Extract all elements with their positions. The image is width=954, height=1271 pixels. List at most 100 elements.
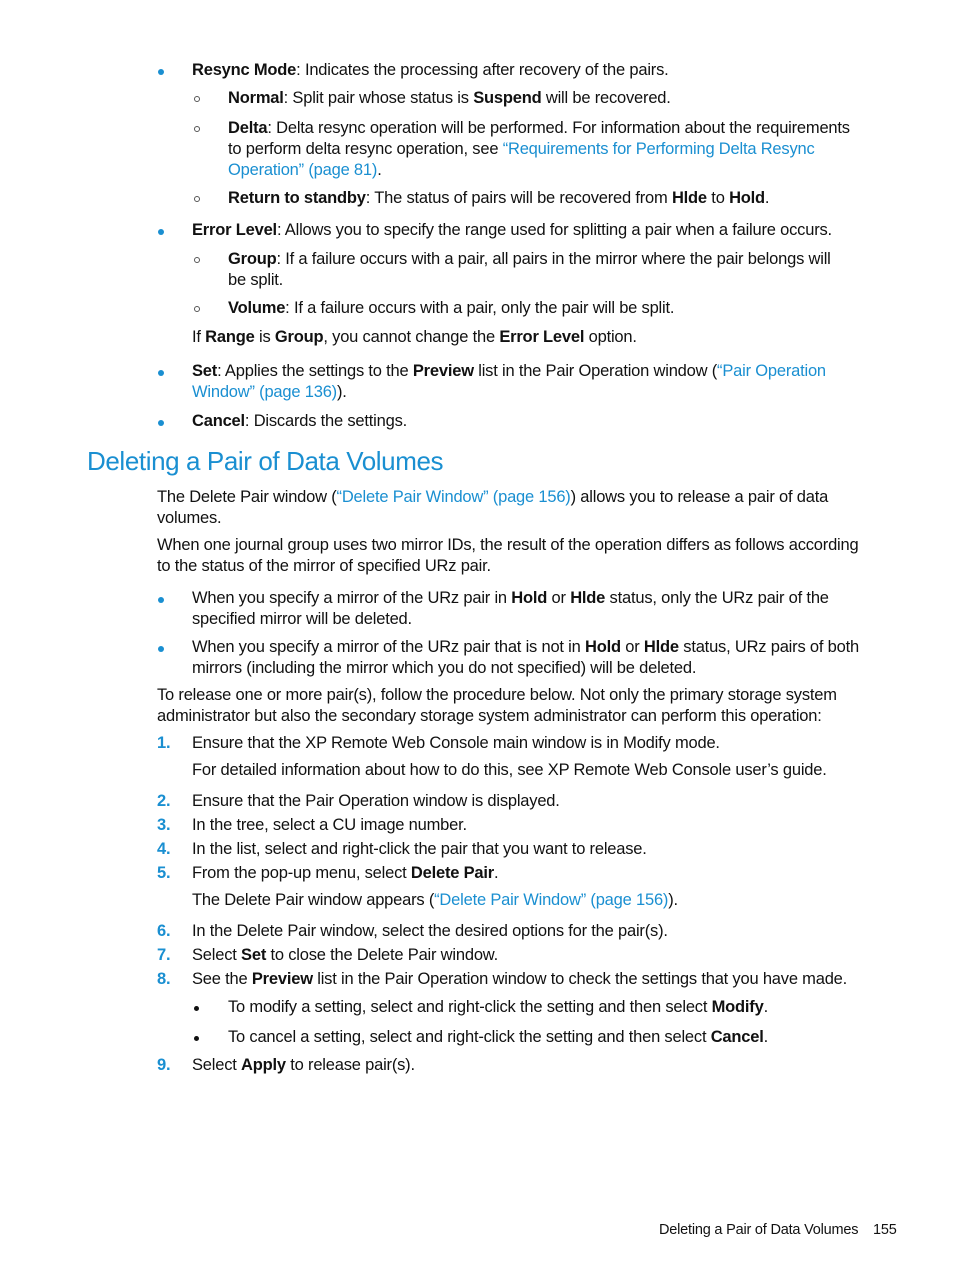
step-number: 6.	[157, 922, 171, 940]
bold: Hold	[511, 589, 548, 607]
volume-item: Volume: If a failure occurs with a pair,…	[228, 298, 674, 319]
section-title: Deleting a Pair of Data Volumes	[87, 446, 444, 476]
bold: Suspend	[473, 89, 542, 107]
step-5: From the pop-up menu, select Delete Pair…	[192, 863, 499, 884]
step-1: Ensure that the XP Remote Web Console ma…	[192, 733, 720, 754]
text: To cancel a setting, select and right-cl…	[228, 1028, 711, 1046]
error-level-note: If Range is Group, you cannot change the…	[192, 327, 637, 348]
text: .	[494, 864, 499, 882]
circle-bullet-icon	[194, 96, 200, 102]
step-number: 5.	[157, 864, 171, 882]
step-8-bullet-2: To cancel a setting, select and right-cl…	[228, 1027, 768, 1048]
step-9: Select Apply to release pair(s).	[192, 1055, 415, 1076]
bold: Cancel	[710, 1028, 764, 1046]
mirror-bullet-2: When you specify a mirror of the URz pai…	[192, 637, 859, 679]
text: administrator but also the secondary sto…	[157, 707, 822, 725]
text: In the tree, select a CU image number.	[192, 816, 467, 834]
bold: Range	[205, 328, 255, 346]
bold: Preview	[412, 362, 474, 380]
text: will be recovered.	[541, 89, 671, 107]
text: list in the Pair Operation window to che…	[312, 970, 848, 988]
term: Cancel	[192, 412, 245, 430]
bullet-icon	[194, 1006, 199, 1011]
text: to release pair(s).	[285, 1056, 415, 1074]
page-number: 155	[873, 1222, 897, 1238]
text: option.	[584, 328, 637, 346]
text: list in the Pair Operation window (	[473, 362, 718, 380]
pair-operation-link-cont[interactable]: Window” (page 136)	[192, 383, 337, 401]
mirror-bullet-1: When you specify a mirror of the URz pai…	[192, 588, 829, 630]
circle-bullet-icon	[194, 126, 200, 132]
text: to	[706, 189, 730, 207]
step-3: In the tree, select a CU image number.	[192, 815, 467, 836]
step-7: Select Set to close the Delete Pair wind…	[192, 945, 498, 966]
text: to the status of the mirror of specified…	[157, 557, 491, 575]
bold: Hlde	[643, 638, 679, 656]
requirements-link-cont[interactable]: Operation” (page 81)	[228, 161, 377, 179]
group-item: Group: If a failure occurs with a pair, …	[228, 249, 831, 291]
resync-mode-item: Resync Mode: Indicates the processing af…	[192, 60, 669, 81]
text: To modify a setting, select and right-cl…	[228, 998, 712, 1016]
step-4: In the list, select and right-click the …	[192, 839, 647, 860]
bullet-icon	[158, 646, 164, 652]
text: : Delta resync operation will be perform…	[267, 119, 850, 137]
step-number: 9.	[157, 1056, 171, 1074]
text: : Discards the settings.	[244, 412, 408, 430]
text: be split.	[228, 271, 284, 289]
text: : Applies the settings to the	[217, 362, 413, 380]
bullet-icon	[158, 597, 164, 603]
footer-section-title: Deleting a Pair of Data Volumes	[659, 1222, 859, 1238]
text: .	[763, 1028, 769, 1046]
term: Volume	[228, 299, 286, 317]
bold: Apply	[241, 1056, 286, 1074]
delete-pair-window-link[interactable]: “Delete Pair Window” (page 156)	[337, 488, 571, 506]
term: Return to standby	[228, 189, 366, 207]
bold: Group	[274, 328, 324, 346]
text: mirrors (including the mirror which you …	[192, 659, 697, 677]
circle-bullet-icon	[194, 306, 200, 312]
bold: Delete Pair	[410, 864, 495, 882]
text: : If a failure occurs with a pair, only …	[285, 299, 675, 317]
step-5-detail: The Delete Pair window appears (“Delete …	[192, 890, 678, 911]
cancel-item: Cancel: Discards the settings.	[192, 411, 407, 432]
step-2: Ensure that the Pair Operation window is…	[192, 791, 560, 812]
intro-paragraph: The Delete Pair window (“Delete Pair Win…	[157, 487, 828, 529]
text: The Delete Pair window (	[157, 488, 337, 506]
description: : Allows you to specify the range used f…	[276, 221, 832, 239]
delete-pair-window-link[interactable]: “Delete Pair Window” (page 156)	[434, 891, 668, 909]
text: ).	[336, 383, 347, 401]
bold: Hlde	[570, 589, 606, 607]
step-number: 1.	[157, 734, 171, 752]
requirements-link[interactable]: “Requirements for Performing Delta Resyn…	[503, 140, 815, 158]
pair-operation-link[interactable]: “Pair Operation	[717, 362, 826, 380]
term: Error Level	[192, 221, 277, 239]
bold: Hlde	[671, 189, 707, 207]
text: When you specify a mirror of the URz pai…	[192, 589, 512, 607]
text: In the Delete Pair window, select the de…	[192, 922, 668, 940]
step-number: 2.	[157, 792, 171, 810]
bold: Hold	[585, 638, 621, 656]
step-number: 3.	[157, 816, 171, 834]
error-level-item: Error Level: Allows you to specify the r…	[192, 220, 832, 241]
term: Delta	[228, 119, 268, 137]
step-1-detail: For detailed information about how to do…	[192, 760, 827, 781]
mirror-paragraph: When one journal group uses two mirror I…	[157, 535, 859, 577]
bold: Hold	[729, 189, 765, 207]
text: When one journal group uses two mirror I…	[157, 536, 859, 554]
step-number: 8.	[157, 970, 171, 988]
text: When you specify a mirror of the URz pai…	[192, 638, 586, 656]
text: .	[377, 161, 382, 179]
set-item: Set: Applies the settings to the Preview…	[192, 361, 826, 403]
text: specified mirror will be deleted.	[192, 610, 412, 628]
text: From the pop-up menu, select	[192, 864, 411, 882]
circle-bullet-icon	[194, 257, 200, 263]
text: , you cannot change the	[323, 328, 500, 346]
text: The Delete Pair window appears (	[192, 891, 435, 909]
text: to perform delta resync operation, see	[228, 140, 503, 158]
procedure-intro: To release one or more pair(s), follow t…	[157, 685, 837, 727]
text: Select	[192, 946, 242, 964]
term: Group	[228, 250, 277, 268]
text: For detailed information about how to do…	[192, 761, 827, 779]
text: : If a failure occurs with a pair, all p…	[276, 250, 831, 268]
step-number: 4.	[157, 840, 171, 858]
